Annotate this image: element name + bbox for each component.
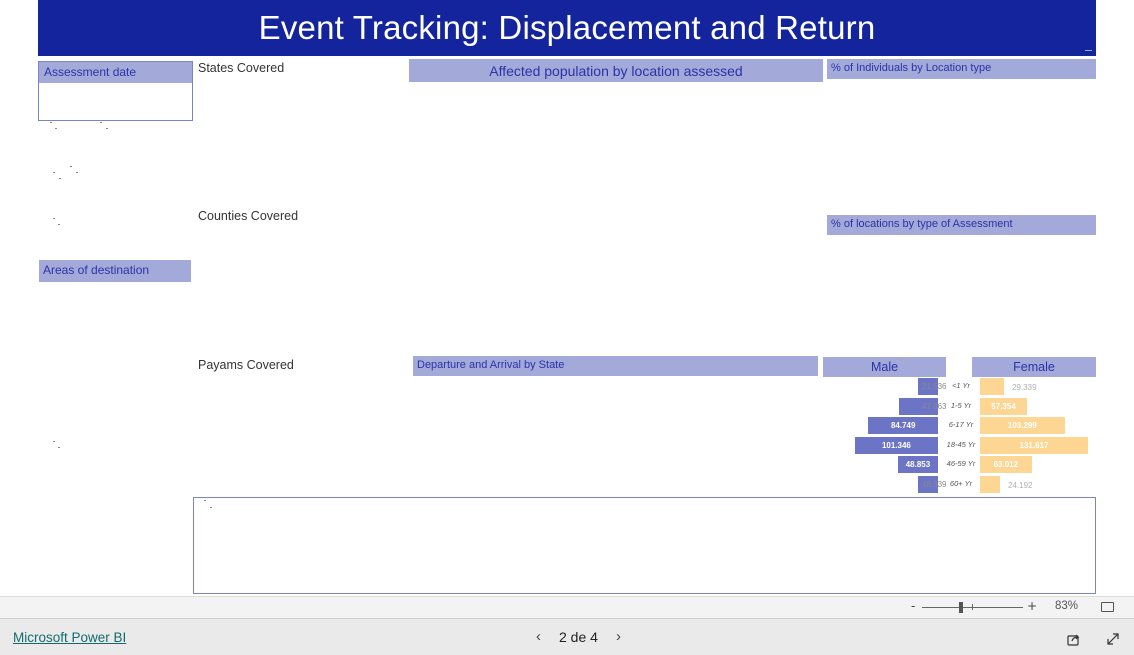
power-bi-link[interactable]: Microsoft Power BI bbox=[13, 630, 126, 645]
male-value-label: 48.853 bbox=[905, 460, 931, 470]
report-title: Event Tracking: Displacement and Return bbox=[258, 9, 876, 46]
previous-page-button[interactable]: ‹ bbox=[536, 628, 541, 645]
report-title-banner: Event Tracking: Displacement and Return bbox=[38, 0, 1096, 56]
loading-dots-icon bbox=[53, 172, 65, 182]
individuals-by-location-type-header: % of Individuals by Location type bbox=[827, 59, 1096, 79]
male-value-label: 101.346 bbox=[881, 440, 911, 450]
female-value-label: 103.299 bbox=[1007, 421, 1037, 431]
age-group-label: 18-45 Yr bbox=[946, 439, 976, 449]
loading-dots-icon bbox=[50, 122, 62, 132]
age-group-label: 46-59 Yr bbox=[946, 459, 976, 469]
zoom-out-button[interactable]: - bbox=[911, 599, 915, 613]
male-value-label: 84.749 bbox=[890, 421, 916, 431]
zoom-slider-tick bbox=[972, 604, 973, 610]
departure-arrival-visual bbox=[193, 497, 1096, 594]
female-bar[interactable]: 63.012 bbox=[980, 456, 1032, 474]
zoom-bar: - + 83% bbox=[0, 596, 1134, 618]
footer-bar: Microsoft Power BI ‹ 2 de 4 › bbox=[0, 618, 1134, 655]
male-header: Male bbox=[823, 357, 946, 377]
female-bar[interactable]: 57.354 bbox=[980, 397, 1028, 415]
departure-arrival-header: Departure and Arrival by State bbox=[413, 356, 818, 376]
female-bar[interactable]: 103.299 bbox=[980, 417, 1065, 435]
fullscreen-icon[interactable] bbox=[1106, 631, 1120, 650]
female-header: Female bbox=[972, 357, 1096, 377]
locations-by-assessment-type-header: % of locations by type of Assessment bbox=[827, 215, 1096, 235]
age-group-label: 1-5 Yr bbox=[950, 400, 972, 410]
loading-dots-icon bbox=[100, 122, 112, 132]
female-value-label: 57.354 bbox=[991, 401, 1016, 411]
female-bar[interactable]: 131.617 bbox=[980, 436, 1088, 454]
page-indicator: 2 de 4 bbox=[559, 628, 598, 645]
male-bar[interactable]: 84.749 bbox=[868, 417, 938, 435]
report-canvas: Event Tracking: Displacement and Return … bbox=[0, 0, 1134, 596]
zoom-level: 83% bbox=[1055, 600, 1079, 612]
payams-covered-label: Payams Covered bbox=[198, 358, 294, 372]
loading-dots-icon bbox=[70, 166, 82, 176]
age-group-label: <1 Yr bbox=[952, 381, 970, 390]
loading-dots-icon bbox=[53, 218, 65, 228]
female-value-label: 63.012 bbox=[993, 460, 1019, 470]
areas-of-destination-header: Areas of destination bbox=[39, 260, 191, 282]
minimize-icon[interactable] bbox=[1085, 50, 1092, 51]
states-covered-label: States Covered bbox=[198, 61, 285, 75]
counties-covered-label: Counties Covered bbox=[198, 209, 299, 223]
age-group-label: 6-17 Yr bbox=[948, 420, 974, 430]
share-icon[interactable] bbox=[1067, 631, 1081, 650]
zoom-in-button[interactable]: + bbox=[1027, 599, 1037, 613]
female-value-label: 29.339 bbox=[1012, 383, 1037, 392]
affected-population-header: Affected population by location assessed bbox=[409, 59, 823, 82]
loading-dots-icon bbox=[53, 441, 65, 451]
loading-dots-icon bbox=[204, 500, 216, 510]
fit-to-page-icon[interactable] bbox=[1101, 602, 1114, 612]
female-value-label: 24.192 bbox=[1008, 481, 1033, 490]
page-navigator: ‹ 2 de 4 › bbox=[536, 628, 621, 645]
next-page-button[interactable]: › bbox=[616, 628, 621, 645]
zoom-slider-handle[interactable] bbox=[959, 602, 963, 613]
male-bar[interactable]: 101.346 bbox=[854, 436, 938, 454]
female-bar[interactable] bbox=[980, 476, 1000, 493]
male-bar[interactable]: 48.853 bbox=[897, 456, 938, 474]
female-bar[interactable] bbox=[980, 378, 1005, 395]
female-value-label: 131.617 bbox=[1019, 440, 1049, 450]
slicer-header: Assessment date bbox=[39, 62, 192, 83]
assessment-date-slicer[interactable]: Assessment date bbox=[38, 61, 193, 121]
age-group-label: 60+ Yr bbox=[949, 479, 973, 488]
